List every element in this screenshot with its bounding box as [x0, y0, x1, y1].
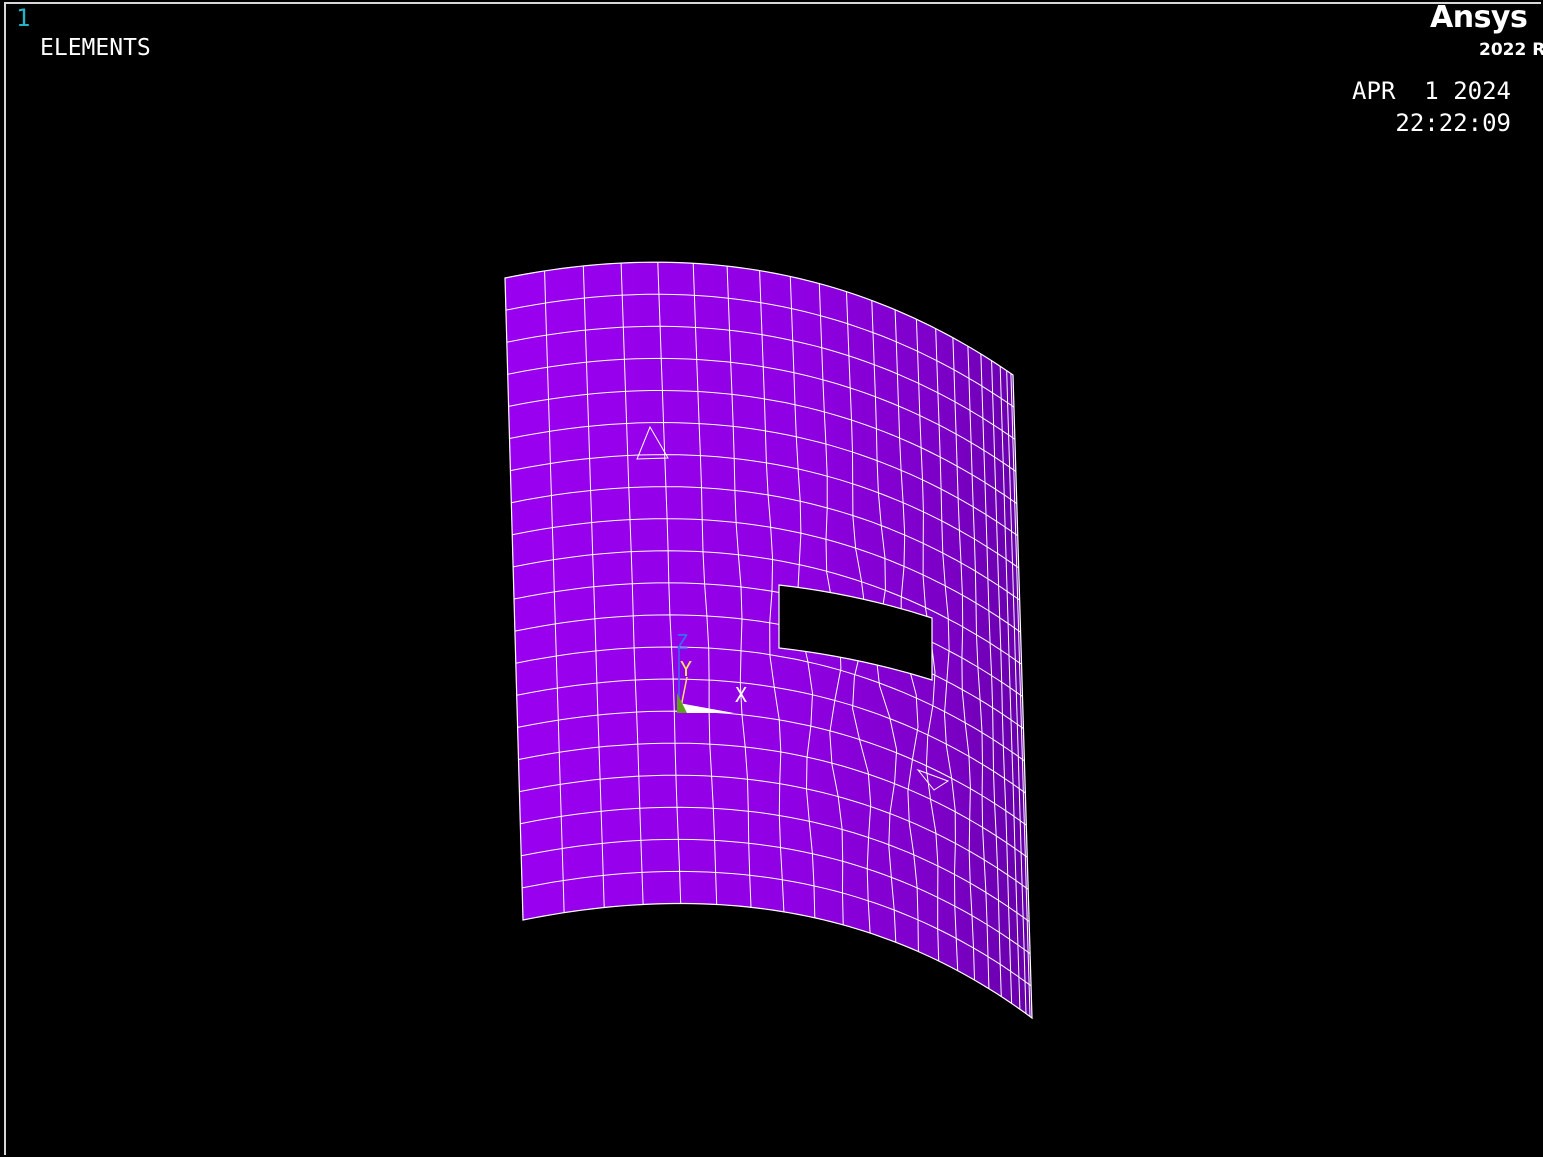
graphics-window[interactable]: 1 ELEMENTS APR 1 2024 22:22:09 Ansys 202… — [0, 0, 1543, 1157]
triad-y-label: Y — [680, 657, 692, 681]
cylindrical-shell-mesh — [504, 261, 1033, 1020]
element-mesh-plot[interactable]: ZY X — [0, 0, 1543, 1157]
triad-z-label: Z — [676, 630, 688, 654]
triad-x-label: X — [735, 683, 747, 707]
